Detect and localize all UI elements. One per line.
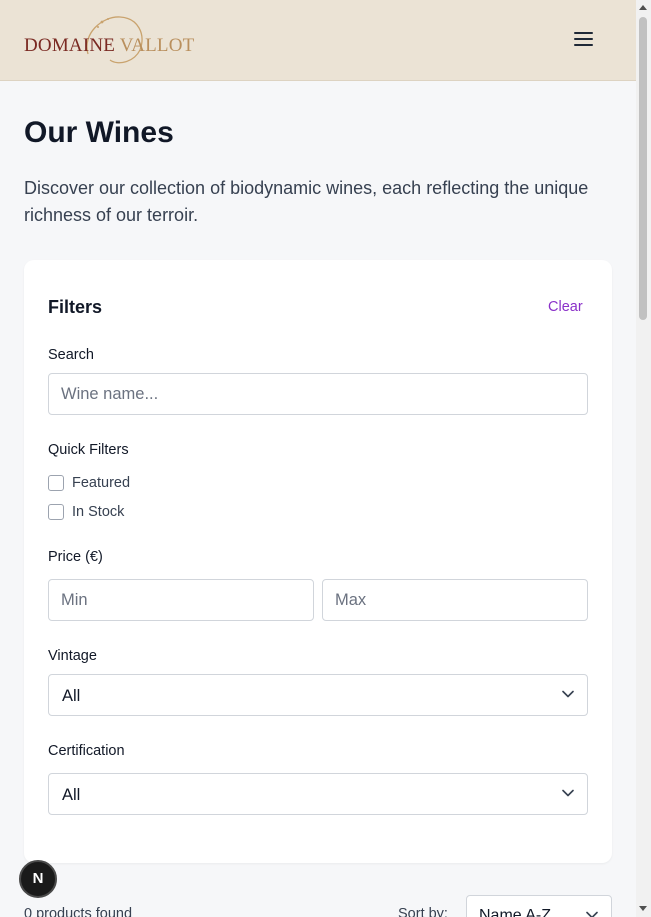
certification-selected-value: All xyxy=(62,786,81,804)
certification-label: Certification xyxy=(48,743,125,759)
chevron-down-icon xyxy=(586,911,598,917)
vintage-selected-value: All xyxy=(62,687,81,705)
search-input[interactable] xyxy=(48,373,588,415)
featured-checkbox-row[interactable]: Featured xyxy=(48,474,168,492)
vintage-select[interactable]: All xyxy=(48,674,588,716)
brand-word-domaine: DOMAINE xyxy=(24,35,116,56)
price-label: Price (€) xyxy=(48,549,103,565)
brand-word-vallot: VALLOT xyxy=(119,35,195,56)
sort-label: Sort by: xyxy=(398,906,448,917)
filters-panel: Filters Clear Search Quick Filters Featu… xyxy=(24,260,612,863)
scrollbar-thumb[interactable] xyxy=(639,17,647,320)
sort-selected-value: Name A-Z xyxy=(479,907,552,917)
price-max-input[interactable] xyxy=(322,579,588,621)
brand-wordmark: DOMAINE VALLOT xyxy=(24,35,194,57)
framework-badge-icon[interactable]: N xyxy=(19,860,57,898)
sort-select[interactable]: Name A-Z xyxy=(466,895,612,917)
price-min-input[interactable] xyxy=(48,579,314,621)
scroll-up-arrow-icon[interactable] xyxy=(639,5,647,10)
featured-checkbox[interactable] xyxy=(48,475,64,491)
site-header: DOMAINE VALLOT xyxy=(0,0,636,81)
scroll-down-arrow-icon[interactable] xyxy=(639,906,647,911)
filters-title: Filters xyxy=(48,297,103,317)
in-stock-checkbox-row[interactable]: In Stock xyxy=(48,503,168,521)
chevron-down-icon xyxy=(562,690,574,698)
page-title: Our Wines xyxy=(24,116,174,149)
page-intro: Discover our collection of biodynamic wi… xyxy=(24,178,589,225)
brand-logo[interactable]: DOMAINE VALLOT xyxy=(22,14,194,66)
hamburger-menu-icon[interactable] xyxy=(570,26,598,52)
quick-filters-label: Quick Filters xyxy=(48,442,129,458)
in-stock-label[interactable]: In Stock xyxy=(72,504,124,520)
search-label: Search xyxy=(48,347,94,363)
results-count: 0 products found xyxy=(24,906,133,917)
in-stock-checkbox[interactable] xyxy=(48,504,64,520)
vintage-label: Vintage xyxy=(48,648,97,664)
clear-filters-button[interactable]: Clear xyxy=(548,299,583,315)
featured-label[interactable]: Featured xyxy=(72,475,130,491)
certification-select[interactable]: All xyxy=(48,773,588,815)
chevron-down-icon xyxy=(562,789,574,797)
page-scrollbar[interactable] xyxy=(636,0,651,917)
